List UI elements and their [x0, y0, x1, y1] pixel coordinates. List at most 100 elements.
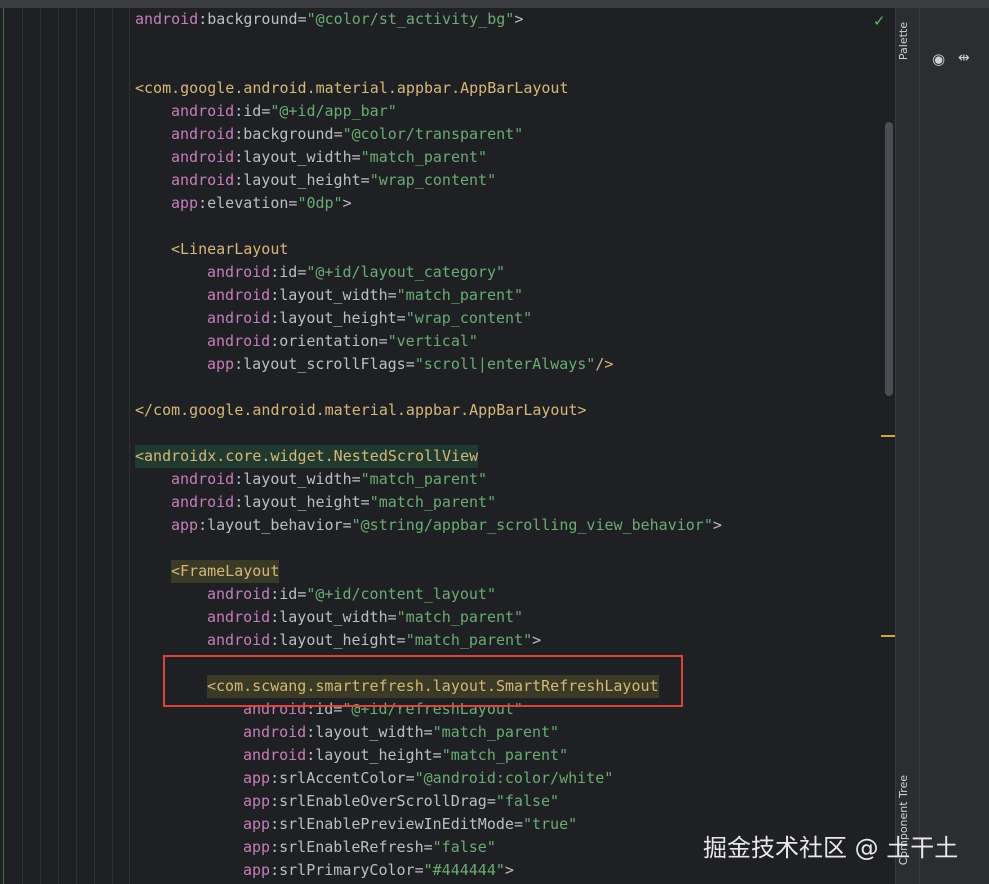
code-line[interactable]: android:layout_height="match_parent">: [207, 629, 541, 652]
editor-scrollbar[interactable]: [885, 122, 893, 396]
code-token: layout_scrollFlags: [243, 355, 406, 373]
code-token: =: [378, 332, 388, 350]
code-token: :: [306, 746, 316, 764]
code-token: android: [171, 125, 235, 143]
code-token: android: [171, 493, 235, 511]
code-token: app: [207, 355, 235, 373]
code-line[interactable]: app:srlEnablePreviewInEditMode="true": [243, 813, 577, 836]
split-icon[interactable]: ⇹: [958, 50, 970, 66]
code-token: "scroll|enterAlways": [414, 355, 596, 373]
code-token: <FrameLayout: [171, 562, 280, 580]
window-top-bar: [0, 0, 989, 8]
code-token: "false": [495, 792, 560, 810]
palette-tab[interactable]: Palette: [897, 22, 910, 60]
inspection-ok-icon[interactable]: ✓: [873, 12, 886, 30]
code-token: "@+id/app_bar": [270, 102, 397, 120]
code-token: android: [207, 608, 271, 626]
code-line[interactable]: android:layout_width="match_parent": [171, 146, 487, 169]
code-line[interactable]: android:background="@color/transparent": [171, 123, 523, 146]
code-line[interactable]: android:id="@+id/layout_category": [207, 261, 505, 284]
code-token: srlEnableRefresh: [279, 838, 424, 856]
code-token: android: [207, 332, 271, 350]
code-token: android: [207, 263, 271, 281]
code-line[interactable]: <androidx.core.widget.NestedScrollView: [135, 445, 479, 468]
code-token: android: [171, 148, 235, 166]
code-token: background: [207, 10, 298, 28]
code-line[interactable]: app:srlEnableRefresh="false": [243, 836, 496, 859]
code-token: elevation: [207, 194, 289, 212]
code-line[interactable]: android:layout_width="match_parent": [207, 284, 523, 307]
code-token: android: [171, 171, 235, 189]
code-line[interactable]: android:layout_width="match_parent": [243, 721, 559, 744]
code-token: "match_parent": [360, 148, 488, 166]
code-token: =: [396, 631, 406, 649]
code-token: =: [297, 585, 307, 603]
code-token: >: [532, 631, 542, 649]
code-token: :: [270, 792, 280, 810]
code-token: =: [387, 608, 397, 626]
code-line[interactable]: app:layout_behavior="@string/appbar_scro…: [171, 514, 722, 537]
code-token: android: [207, 631, 271, 649]
code-token: =: [414, 861, 424, 879]
code-token: =: [342, 516, 352, 534]
warning-marker[interactable]: [881, 435, 895, 437]
code-token: :: [270, 332, 280, 350]
code-line[interactable]: android:layout_height="wrap_content": [171, 169, 496, 192]
code-token: background: [243, 125, 334, 143]
code-token: :: [270, 631, 280, 649]
code-token: =: [513, 815, 523, 833]
code-line[interactable]: app:srlPrimaryColor="#444444">: [243, 859, 514, 882]
code-token: =: [333, 125, 343, 143]
code-line[interactable]: <LinearLayout: [171, 238, 288, 261]
warning-marker[interactable]: [881, 635, 895, 637]
code-token: app: [243, 792, 271, 810]
code-token: "wrap_content": [405, 309, 533, 327]
code-line[interactable]: <FrameLayout: [171, 560, 280, 583]
code-line[interactable]: android:layout_width="match_parent": [207, 606, 523, 629]
code-line[interactable]: android:id="@+id/app_bar": [171, 100, 397, 123]
code-line[interactable]: </com.google.android.material.appbar.App…: [135, 399, 587, 422]
code-token: app: [171, 516, 199, 534]
code-token: android: [171, 102, 235, 120]
code-line[interactable]: android:background="@color/st_activity_b…: [135, 8, 523, 31]
code-line[interactable]: <com.google.android.material.appbar.AppB…: [135, 77, 568, 100]
code-token: orientation: [279, 332, 379, 350]
code-token: android: [207, 585, 271, 603]
code-line[interactable]: app:srlAccentColor="@android:color/white…: [243, 767, 613, 790]
code-token: "match_parent": [405, 631, 533, 649]
code-token: :: [270, 585, 280, 603]
code-token: layout_width: [243, 470, 352, 488]
code-line[interactable]: android:id="@+id/content_layout": [207, 583, 496, 606]
code-line[interactable]: app:elevation="0dp">: [171, 192, 352, 215]
code-token: =: [405, 355, 415, 373]
code-line[interactable]: android:layout_width="match_parent": [171, 468, 487, 491]
code-editor[interactable]: android:background="@color/st_activity_b…: [0, 8, 895, 884]
code-line[interactable]: android:layout_height="match_parent": [171, 491, 496, 514]
code-line[interactable]: android:orientation="vertical": [207, 330, 478, 353]
code-token: "@color/transparent": [342, 125, 524, 143]
code-token: >: [712, 516, 722, 534]
code-token: :: [270, 861, 280, 879]
code-line[interactable]: android:layout_height="match_parent": [243, 744, 568, 767]
code-line[interactable]: app:layout_scrollFlags="scroll|enterAlwa…: [207, 353, 613, 376]
watermark: 掘金技术社区 @ 土干土: [703, 834, 959, 862]
code-line[interactable]: app:srlEnableOverScrollDrag="false": [243, 790, 559, 813]
code-token: =: [486, 792, 496, 810]
code-token: layout_width: [315, 723, 424, 741]
code-token: "match_parent": [396, 608, 524, 626]
code-token: layout_width: [279, 608, 388, 626]
code-token: layout_behavior: [207, 516, 343, 534]
code-token: srlPrimaryColor: [279, 861, 415, 879]
code-token: :: [234, 125, 244, 143]
code-token: :: [270, 815, 280, 833]
code-token: =: [387, 286, 397, 304]
code-token: android: [207, 309, 271, 327]
code-line[interactable]: android:layout_height="wrap_content": [207, 307, 532, 330]
code-token: "@+id/content_layout": [306, 585, 496, 603]
eye-icon[interactable]: ◉: [932, 50, 945, 68]
code-token: =: [360, 493, 370, 511]
code-token: "@+id/layout_category": [306, 263, 506, 281]
code-token: >: [504, 861, 514, 879]
code-token: :: [234, 148, 244, 166]
code-token: app: [171, 194, 199, 212]
